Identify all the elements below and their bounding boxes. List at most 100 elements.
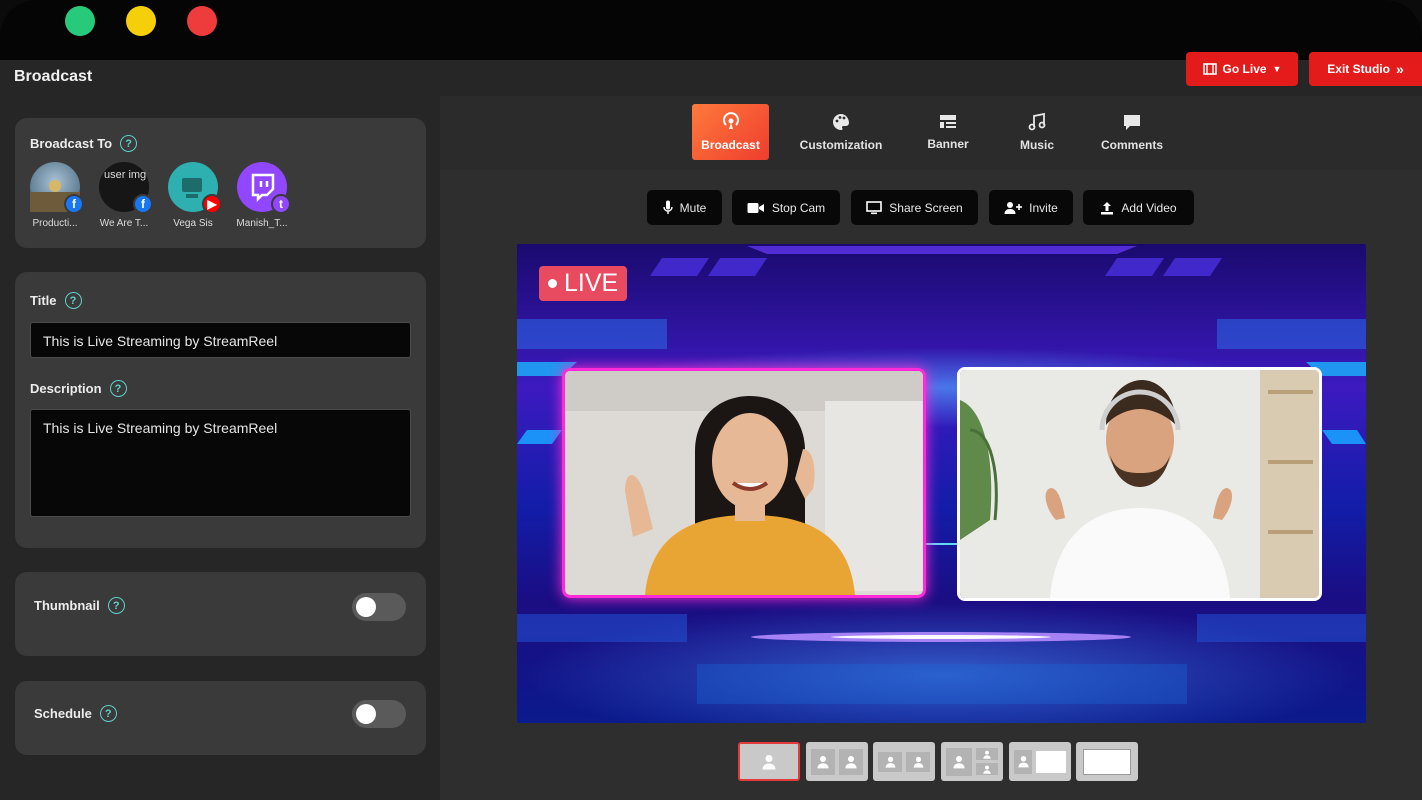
help-icon[interactable]: ? xyxy=(64,292,82,309)
account-name: Vega Sis xyxy=(173,218,213,229)
avatar: user img f xyxy=(99,162,153,214)
tab-music[interactable]: Music xyxy=(1012,104,1062,160)
user-slot xyxy=(839,748,863,775)
twitch-icon: t xyxy=(271,194,291,214)
invite-label: Invite xyxy=(1029,200,1058,215)
double-chevron-right-icon: » xyxy=(1395,61,1404,77)
comment-icon xyxy=(1124,115,1140,130)
broadcast-to-label: Broadcast To xyxy=(30,136,113,151)
facebook-icon: f xyxy=(133,194,153,214)
mute-label: Mute xyxy=(679,200,707,215)
exit-studio-button[interactable]: Exit Studio » xyxy=(1309,52,1422,86)
tab-banner[interactable]: Banner xyxy=(920,104,976,160)
avatar: ▶ xyxy=(168,162,222,214)
go-live-button[interactable]: Go Live ▼ xyxy=(1186,52,1298,86)
account-name: Producti... xyxy=(32,218,78,229)
mute-button[interactable]: Mute xyxy=(647,190,722,225)
banner-icon xyxy=(940,115,956,128)
thumbnail-heading: Thumbnail ? xyxy=(34,597,125,614)
share-screen-label: Share Screen xyxy=(889,200,963,215)
user-slot-stack xyxy=(976,748,998,775)
tab-label: Banner xyxy=(927,137,969,151)
description-heading: Description ? xyxy=(30,380,127,397)
palette-icon xyxy=(833,114,849,130)
tab-label: Music xyxy=(1019,138,1054,152)
tab-label: Comments xyxy=(1100,138,1163,152)
live-label: LIVE xyxy=(564,269,619,297)
title-label: Title xyxy=(30,293,57,308)
window-titlebar xyxy=(0,0,1422,60)
film-icon xyxy=(1202,63,1217,75)
share-screen-button[interactable]: Share Screen xyxy=(851,190,978,225)
account-item-manish[interactable]: t Manish_T... xyxy=(231,162,293,229)
stop-cam-label: Stop Cam xyxy=(771,200,826,215)
stop-cam-button[interactable]: Stop Cam xyxy=(732,190,840,225)
layout-presenter-screen[interactable] xyxy=(1009,742,1071,781)
help-icon[interactable]: ? xyxy=(107,597,125,614)
broadcast-to-heading: Broadcast To ? xyxy=(30,135,138,152)
schedule-label: Schedule xyxy=(34,706,92,721)
add-user-icon xyxy=(1004,201,1023,214)
tab-customization[interactable]: Customization xyxy=(795,104,887,160)
monitor-icon xyxy=(866,200,883,214)
invite-button[interactable]: Invite xyxy=(989,190,1073,225)
go-live-label: Go Live xyxy=(1222,62,1267,76)
participant-woman-image xyxy=(565,371,923,595)
schedule-toggle[interactable] xyxy=(352,700,406,728)
title-input[interactable]: This is Live Streaming by StreamReel xyxy=(30,322,411,358)
facebook-icon: f xyxy=(64,194,84,214)
title-heading: Title ? xyxy=(30,292,82,309)
account-item-producti[interactable]: f Producti... xyxy=(24,162,86,229)
add-video-button[interactable]: Add Video xyxy=(1083,190,1194,225)
user-slot xyxy=(1014,749,1032,774)
account-name: Manish_T... xyxy=(236,218,288,229)
window-red-dot[interactable] xyxy=(187,6,217,36)
account-item-we-are[interactable]: user img f We Are T... xyxy=(93,162,155,229)
add-video-label: Add Video xyxy=(1121,200,1177,215)
youtube-icon: ▶ xyxy=(202,194,222,214)
tab-label: Customization xyxy=(799,138,883,152)
avatar: f xyxy=(30,162,84,214)
screen-slot xyxy=(1036,750,1066,773)
window-green-dot[interactable] xyxy=(65,6,95,36)
caret-down-icon: ▼ xyxy=(1272,64,1282,74)
participant-video-man[interactable] xyxy=(957,367,1322,601)
account-item-vega-sis[interactable]: ▶ Vega Sis xyxy=(162,162,224,229)
layout-two-side[interactable] xyxy=(873,742,935,781)
tab-label: Broadcast xyxy=(701,138,760,152)
help-icon[interactable]: ? xyxy=(109,380,127,397)
page-title: Broadcast xyxy=(14,68,93,85)
broadcast-icon xyxy=(722,112,739,129)
layout-screen-only[interactable] xyxy=(1076,742,1138,781)
user-slot xyxy=(878,751,902,772)
upload-icon xyxy=(1101,201,1114,214)
help-icon[interactable]: ? xyxy=(99,705,117,722)
thumbnail-toggle[interactable] xyxy=(352,593,406,621)
layout-single[interactable] xyxy=(738,742,800,781)
user-slot xyxy=(811,748,835,775)
help-icon[interactable]: ? xyxy=(120,135,138,152)
toggle-knob xyxy=(356,704,376,724)
user-icon xyxy=(762,754,776,769)
tab-broadcast[interactable]: Broadcast xyxy=(692,104,769,160)
broken-image-alt: user img xyxy=(104,169,147,181)
live-dot-icon xyxy=(548,279,557,288)
user-slot xyxy=(946,747,972,776)
live-badge: LIVE xyxy=(539,266,628,301)
window-yellow-dot[interactable] xyxy=(126,6,156,36)
toggle-knob xyxy=(356,597,376,617)
screen-slot xyxy=(1083,748,1131,775)
participant-man-image xyxy=(960,370,1319,598)
layout-two-split[interactable] xyxy=(806,742,868,781)
thumbnail-label: Thumbnail xyxy=(34,598,100,613)
app-window: Broadcast Go Live ▼ Exit Studio » Broadc… xyxy=(0,0,1422,800)
microphone-icon xyxy=(662,200,673,214)
schedule-heading: Schedule ? xyxy=(34,705,117,722)
exit-studio-label: Exit Studio xyxy=(1327,62,1390,76)
participant-video-woman[interactable] xyxy=(562,368,926,598)
tab-comments[interactable]: Comments xyxy=(1094,104,1170,160)
layout-grid[interactable] xyxy=(941,742,1003,781)
music-icon xyxy=(1028,112,1046,131)
description-textarea[interactable]: This is Live Streaming by StreamReel xyxy=(30,409,411,517)
user-slot xyxy=(906,751,930,772)
